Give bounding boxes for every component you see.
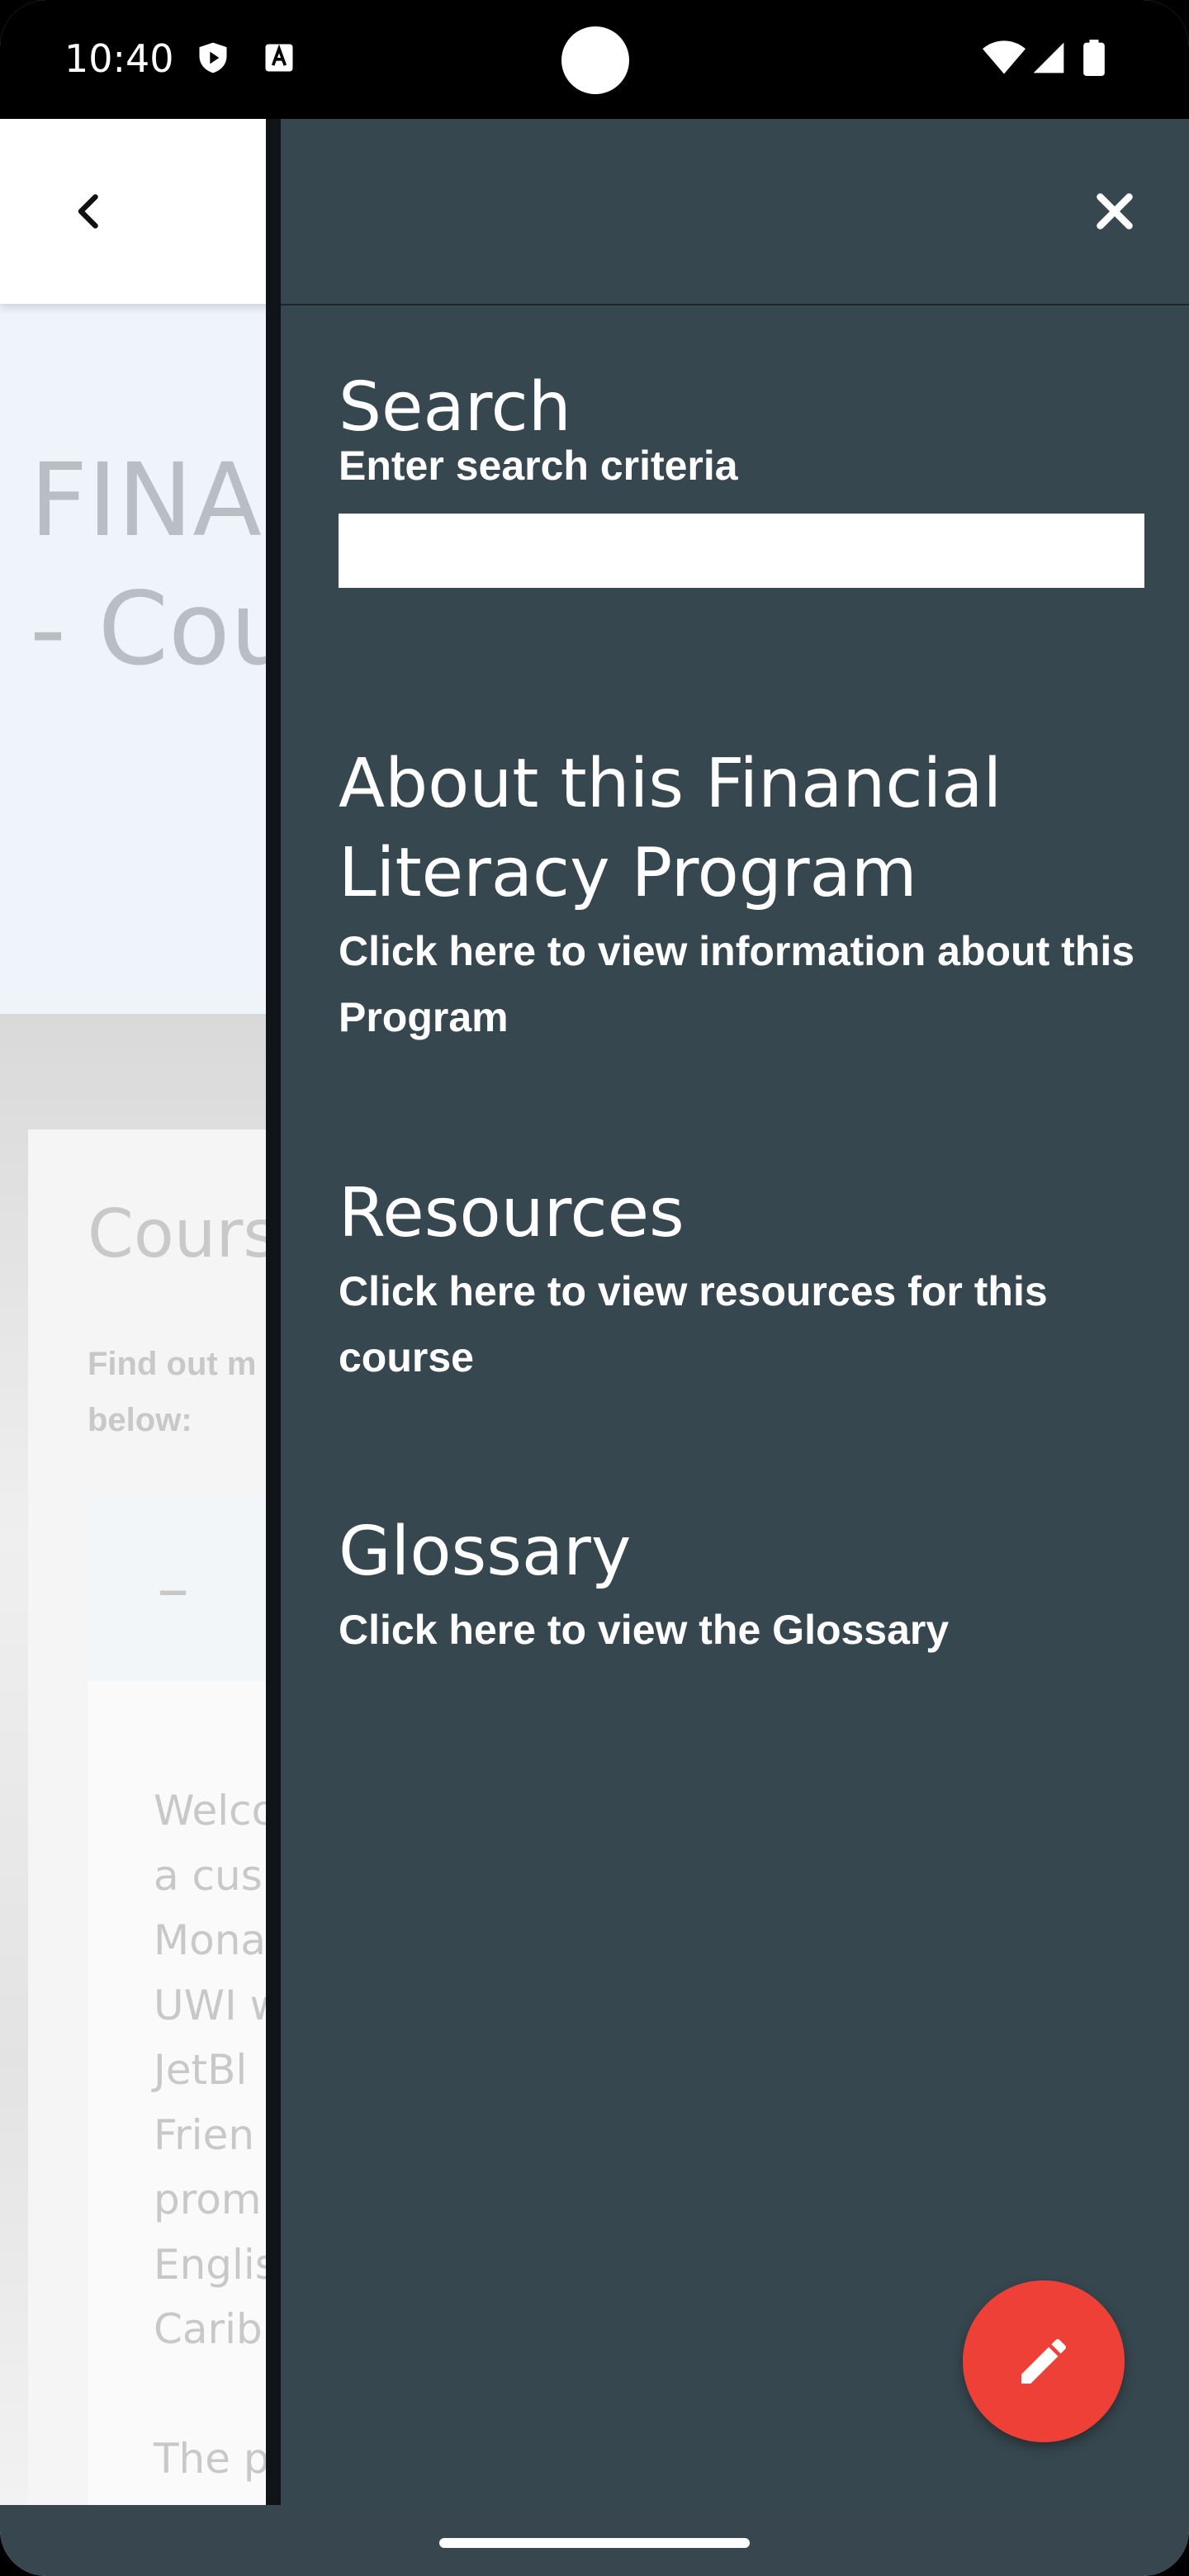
about-subtitle: Click here to view information about thi… — [339, 928, 1135, 1040]
edit-fab-button[interactable] — [963, 2280, 1125, 2442]
menu-item-glossary[interactable]: Glossary Click here to view the Glossary — [339, 1508, 1156, 1663]
body-line: JetBl — [154, 2046, 248, 2094]
card-title: Cours — [88, 1196, 278, 1272]
close-icon[interactable] — [1090, 187, 1139, 236]
battery-icon — [1083, 40, 1105, 76]
system-navigation-bar — [0, 2505, 1189, 2576]
body-line: Carib — [154, 2305, 263, 2353]
signal-icon — [1033, 42, 1064, 73]
body-line: prom — [154, 2176, 262, 2223]
menu-item-resources[interactable]: Resources Click here to view resources f… — [339, 1169, 1156, 1390]
menu-item-about[interactable]: About this Financial Literacy Program Cl… — [339, 740, 1156, 1050]
drawer-header — [281, 119, 1189, 305]
resources-title: Resources — [339, 1174, 685, 1252]
shield-play-icon — [199, 42, 227, 73]
chevron-left-icon[interactable] — [64, 187, 114, 236]
card-subtitle: Find out m below: — [88, 1346, 257, 1438]
search-subtitle: Enter search criteria — [339, 443, 738, 489]
body-line: UWI w — [154, 1981, 284, 2029]
search-input[interactable] — [339, 514, 1144, 588]
body-line: The p — [154, 2434, 270, 2483]
collapse-toggle[interactable]: – — [157, 1552, 189, 1627]
navigation-drawer: Search Enter search criteria About this … — [266, 119, 1189, 2505]
wifi-icon — [983, 40, 1026, 74]
camera-cutout — [561, 26, 629, 94]
glossary-subtitle: Click here to view the Glossary — [339, 1607, 950, 1653]
search-section: Search Enter search criteria — [339, 363, 1156, 588]
pencil-icon — [1021, 2338, 1067, 2384]
status-time: 10:40 — [64, 36, 174, 81]
text-a-icon — [265, 44, 293, 72]
glossary-title: Glossary — [339, 1513, 632, 1591]
home-gesture-handle[interactable] — [439, 2538, 750, 2548]
device-screen: 10:40 FINA - Cou Cours Find out m below:… — [0, 0, 1189, 2576]
body-line: Englis — [154, 2240, 277, 2289]
body-line: a cus — [154, 1851, 263, 1900]
resources-subtitle: Click here to view resources for this co… — [339, 1268, 1048, 1380]
accordion-body: Welco a cus Mona UWI w JetBl Frien prom … — [154, 1778, 284, 2491]
status-bar: 10:40 — [0, 0, 1189, 119]
body-line: Welco — [154, 1787, 277, 1835]
about-title: About this Financial Literacy Program — [339, 745, 1002, 912]
body-line: Mona — [154, 1916, 267, 1964]
body-line: Frien — [154, 2110, 255, 2159]
